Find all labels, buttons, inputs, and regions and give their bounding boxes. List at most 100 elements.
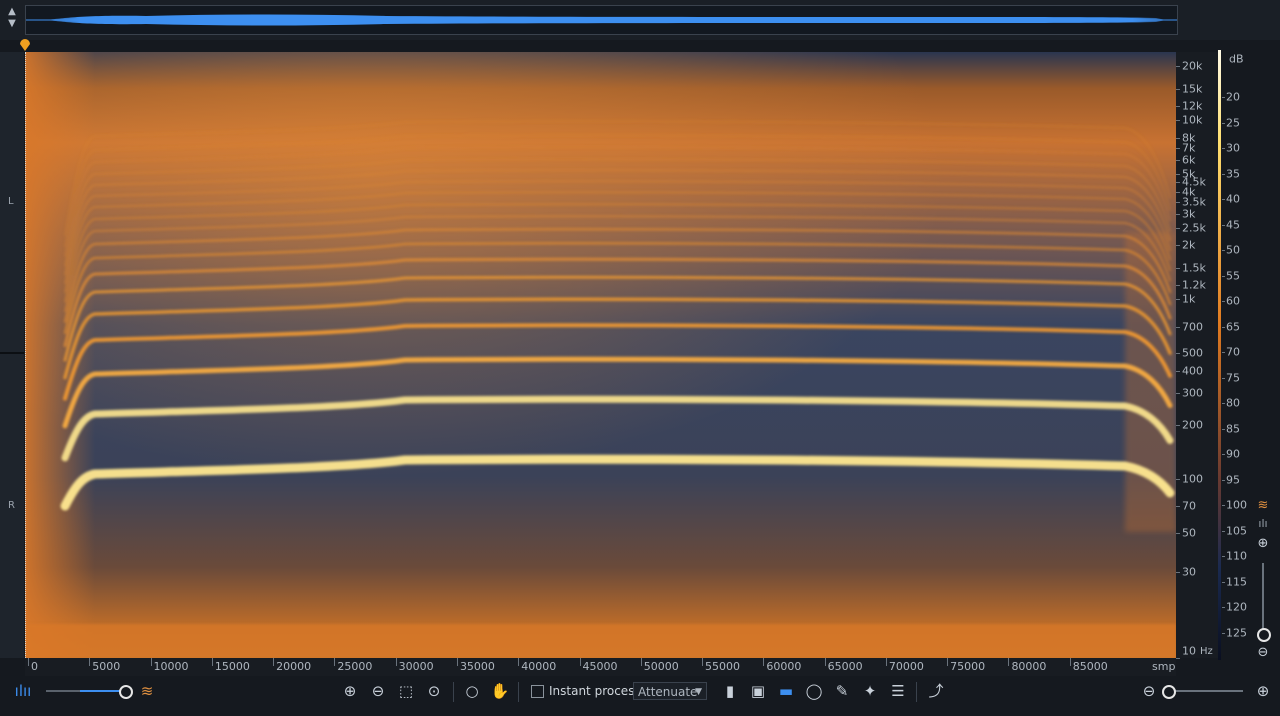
time-tick-label: 55000 — [705, 660, 741, 673]
channel-bar[interactable]: L R — [0, 52, 24, 658]
process-mode-select[interactable]: Attenuate ▼ — [633, 682, 707, 700]
time-tick-label: 5000 — [92, 660, 121, 673]
waveform-icon[interactable]: ılı — [1255, 516, 1271, 532]
time-tick — [1008, 658, 1010, 666]
playhead-marker-icon[interactable] — [19, 38, 31, 52]
time-tick-label: 40000 — [521, 660, 557, 673]
db-tick-label: 95 — [1226, 473, 1240, 487]
frequency-tick-label: 1k — [1182, 292, 1196, 306]
instant-process-label: Instant process — [549, 684, 641, 698]
time-tick — [885, 658, 887, 666]
db-tick-label: 65 — [1226, 320, 1240, 334]
toolbar-separator — [453, 682, 454, 702]
frequency-tick-label: 200 — [1182, 418, 1203, 432]
spectrogram-view[interactable] — [25, 52, 1176, 658]
time-tick-label: 75000 — [950, 660, 986, 673]
db-tick — [1222, 633, 1225, 634]
frequency-tick — [1176, 572, 1180, 574]
time-axis[interactable]: 0 5000 10000 15000 20000 25000 30000 35000 40000… — [25, 658, 1176, 676]
frequency-tick — [1176, 137, 1180, 139]
harmonic-selection-icon[interactable]: ☰ — [887, 680, 909, 702]
db-tick — [1222, 556, 1225, 558]
vertical-zoom-out-icon[interactable]: ⊖ — [1255, 645, 1271, 661]
instant-process-checkbox[interactable] — [531, 685, 544, 698]
frequency-tick — [1176, 120, 1180, 122]
time-tick-label: 60000 — [766, 660, 802, 673]
expand-collapse-icon[interactable]: ▲ ▼ — [4, 6, 20, 32]
spectrogram-icon[interactable]: ≋ — [136, 680, 158, 702]
time-selection-icon[interactable]: ▮ — [719, 680, 741, 702]
db-tick-label: 20 — [1226, 90, 1240, 104]
frequency-tick-label: 3k — [1182, 207, 1196, 221]
waveform-icon[interactable]: ılıı — [12, 680, 34, 702]
frequency-tick — [1176, 159, 1180, 161]
zoom-out-icon[interactable]: ⊖ — [367, 680, 389, 702]
channel-divider — [0, 352, 24, 354]
db-tick — [1222, 122, 1225, 124]
lasso-icon[interactable]: ◯ — [803, 680, 825, 702]
db-tick-label: 75 — [1226, 371, 1240, 385]
horizontal-zoom-thumb[interactable] — [1162, 685, 1176, 699]
brush-icon[interactable]: ✎ — [831, 680, 853, 702]
curve-icon[interactable]: ⤴ — [925, 680, 947, 702]
frequency-tick — [1176, 245, 1180, 247]
db-tick-label: 120 — [1226, 600, 1247, 614]
toolbar-separator — [916, 682, 917, 702]
frequency-tick-label: 700 — [1182, 320, 1203, 334]
frequency-tick — [1176, 182, 1180, 184]
time-tick-label: 20000 — [276, 660, 312, 673]
magic-wand-icon[interactable]: ✦ — [859, 680, 881, 702]
time-tick — [947, 658, 949, 666]
db-tick-label: 115 — [1226, 575, 1247, 589]
frequency-tick — [1176, 267, 1180, 269]
zoom-in-icon[interactable]: ⊕ — [339, 680, 361, 702]
db-tick — [1222, 199, 1225, 201]
frequency-tick-label: 100 — [1182, 472, 1203, 486]
time-tick-label: 70000 — [888, 660, 924, 673]
horizontal-zoom-out-icon[interactable]: ⊖ — [1138, 680, 1160, 702]
db-tick-label: 50 — [1226, 243, 1240, 257]
frequency-tick-label: 12k — [1182, 99, 1203, 113]
horizontal-zoom-slider[interactable] — [1165, 690, 1243, 692]
frequency-tick-label: 10k — [1182, 113, 1203, 127]
frequency-tick — [1176, 327, 1180, 329]
frequency-selection-icon[interactable]: ▣ — [747, 680, 769, 702]
overview-waveform[interactable] — [25, 5, 1178, 35]
time-tick-label: 35000 — [459, 660, 495, 673]
frequency-tick-label: 500 — [1182, 346, 1203, 360]
hand-icon[interactable]: ✋ — [489, 680, 511, 702]
zoom-selection-icon[interactable]: ⬚ — [395, 680, 417, 702]
time-tick — [702, 658, 704, 666]
db-tick-label: 30 — [1226, 141, 1240, 155]
horizontal-zoom-in-icon[interactable]: ⊕ — [1252, 680, 1274, 702]
frequency-unit-label: Hz — [1200, 646, 1213, 657]
db-tick — [1222, 581, 1225, 583]
time-tick — [89, 658, 91, 666]
time-unit-label: smp — [1152, 660, 1176, 673]
frequency-tick — [1176, 201, 1180, 203]
frequency-tick-label: 1.5k — [1182, 261, 1206, 275]
frequency-tick — [1176, 228, 1180, 230]
db-tick-label: 105 — [1226, 524, 1247, 538]
vertical-zoom-slider[interactable] — [1262, 563, 1264, 633]
db-tick — [1222, 607, 1225, 609]
frequency-axis[interactable]: 20k 15k 12k 10k 8k 7k 6k 5k 4.5k 4k 3.5k 3k 2.5k 2k 1.… — [1176, 52, 1218, 659]
playback-cursor — [25, 52, 26, 658]
zoom-fit-icon[interactable]: ⊙ — [423, 680, 445, 702]
vertical-zoom-in-icon[interactable]: ⊕ — [1255, 536, 1271, 552]
rectangle-selection-icon[interactable]: ▬ — [775, 680, 797, 702]
time-tick-label: 85000 — [1072, 660, 1108, 673]
time-tick-label: 45000 — [582, 660, 618, 673]
frequency-tick — [1176, 213, 1180, 215]
frequency-tick — [1176, 353, 1180, 355]
vertical-zoom-thumb[interactable] — [1257, 628, 1271, 642]
time-tick — [518, 658, 520, 666]
frequency-tick-label: 20k — [1182, 59, 1203, 73]
db-tick — [1222, 454, 1225, 456]
spectrogram-icon[interactable]: ≋ — [1255, 498, 1271, 514]
opacity-slider-thumb[interactable] — [119, 685, 133, 699]
db-tick-label: 80 — [1226, 396, 1240, 410]
frequency-tick — [1176, 174, 1180, 176]
magnifier-icon[interactable]: ○ — [461, 680, 483, 702]
db-tick-label: 45 — [1226, 218, 1240, 232]
